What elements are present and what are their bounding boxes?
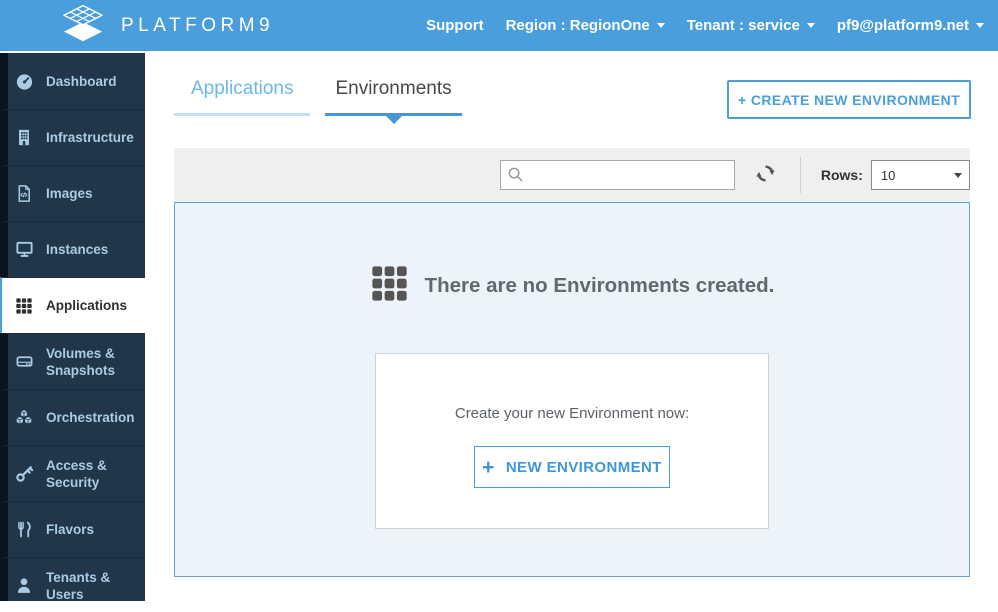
tenant-dropdown-label: Tenant : service — [686, 17, 800, 34]
sidebar-item-label: Applications — [46, 298, 128, 313]
sidebar: Dashboard Infrastructure Images Instance… — [0, 53, 145, 601]
create-environment-card: Create your new Environment now: + NEW E… — [375, 353, 769, 529]
sidebar-item-flavors[interactable]: Flavors — [0, 501, 145, 557]
sidebar-item-access-security[interactable]: Access & Security — [0, 445, 145, 501]
tab-environments-label: Environments — [335, 78, 452, 99]
create-new-environment-button[interactable]: + CREATE NEW ENVIRONMENT — [727, 80, 971, 119]
sidebar-item-images[interactable]: Images — [0, 165, 145, 221]
grid-icon — [14, 296, 34, 316]
drive-icon — [14, 352, 34, 372]
plus-icon: + — [482, 455, 495, 479]
platform9-logo-icon — [57, 3, 109, 48]
new-environment-button[interactable]: + NEW ENVIRONMENT — [474, 446, 670, 488]
empty-state-title: There are no Environments created. — [424, 274, 775, 297]
file-code-icon — [14, 184, 34, 204]
topbar: PLATFORM9 Support Region : RegionOne Ten… — [0, 0, 998, 51]
table-toolbar: Rows: 10 — [174, 148, 970, 202]
sidebar-item-label: Volumes & Snapshots — [46, 345, 116, 378]
search-box — [500, 160, 735, 190]
sidebar-item-infrastructure[interactable]: Infrastructure — [0, 109, 145, 165]
new-environment-button-label: NEW ENVIRONMENT — [505, 458, 662, 476]
toolbar-divider — [799, 157, 801, 193]
rows-select[interactable]: 10 — [870, 160, 970, 190]
key-icon — [14, 464, 34, 484]
sidebar-item-instances[interactable]: Instances — [0, 221, 145, 277]
sidebar-item-label: Access & Security — [46, 457, 107, 490]
monitor-icon — [14, 240, 34, 260]
sidebar-item-label: Instances — [46, 242, 109, 257]
tab-applications[interactable]: Applications — [174, 78, 311, 116]
sidebar-item-label: Images — [46, 186, 93, 201]
rows-label: Rows: — [820, 167, 863, 183]
active-tab-pointer-icon — [385, 116, 402, 124]
sidebar-item-volumes-snapshots[interactable]: Volumes & Snapshots — [0, 333, 145, 389]
user-dropdown[interactable]: pf9@platform9.net — [837, 17, 984, 34]
tab-environments[interactable]: Environments — [325, 78, 462, 124]
environments-panel: There are no Environments created. Creat… — [174, 202, 970, 577]
cutlery-icon — [14, 520, 34, 540]
cubes-icon — [14, 408, 34, 428]
search-icon — [507, 166, 524, 188]
caret-down-icon — [806, 23, 815, 28]
sidebar-item-label: Tenants & Users — [46, 569, 111, 602]
rows-select-wrap: 10 — [870, 160, 970, 190]
tab-bar: Applications Environments — [174, 78, 462, 124]
sidebar-item-tenants-users[interactable]: Tenants & Users — [0, 557, 145, 601]
region-dropdown-label: Region : RegionOne — [505, 17, 650, 34]
caret-down-icon — [656, 23, 665, 28]
logo-text: PLATFORM9 — [121, 14, 275, 36]
sidebar-item-orchestration[interactable]: Orchestration — [0, 389, 145, 445]
sidebar-item-label: Orchestration — [46, 410, 135, 425]
platform9-logo[interactable]: PLATFORM9 — [57, 3, 274, 48]
gauge-icon — [14, 71, 34, 91]
tenant-dropdown[interactable]: Tenant : service — [687, 17, 815, 34]
user-dropdown-label: pf9@platform9.net — [836, 17, 969, 34]
create-environment-prompt: Create your new Environment now: — [454, 405, 690, 422]
sidebar-item-dashboard[interactable]: Dashboard — [0, 53, 145, 109]
search-input[interactable] — [500, 160, 735, 190]
building-icon — [14, 128, 34, 148]
sidebar-item-label: Infrastructure — [46, 130, 134, 145]
region-dropdown[interactable]: Region : RegionOne — [506, 17, 665, 34]
topbar-menu: Support Region : RegionOne Tenant : serv… — [404, 17, 984, 34]
support-link[interactable]: Support — [426, 17, 484, 34]
sidebar-item-label: Dashboard — [46, 73, 117, 89]
caret-down-icon — [976, 23, 984, 28]
sidebar-item-label: Flavors — [46, 522, 95, 537]
refresh-button[interactable] — [753, 161, 778, 189]
user-icon — [14, 576, 34, 596]
empty-state-header: There are no Environments created. — [175, 264, 969, 308]
environments-grid-icon — [370, 264, 409, 308]
sidebar-item-applications[interactable]: Applications — [0, 277, 145, 333]
